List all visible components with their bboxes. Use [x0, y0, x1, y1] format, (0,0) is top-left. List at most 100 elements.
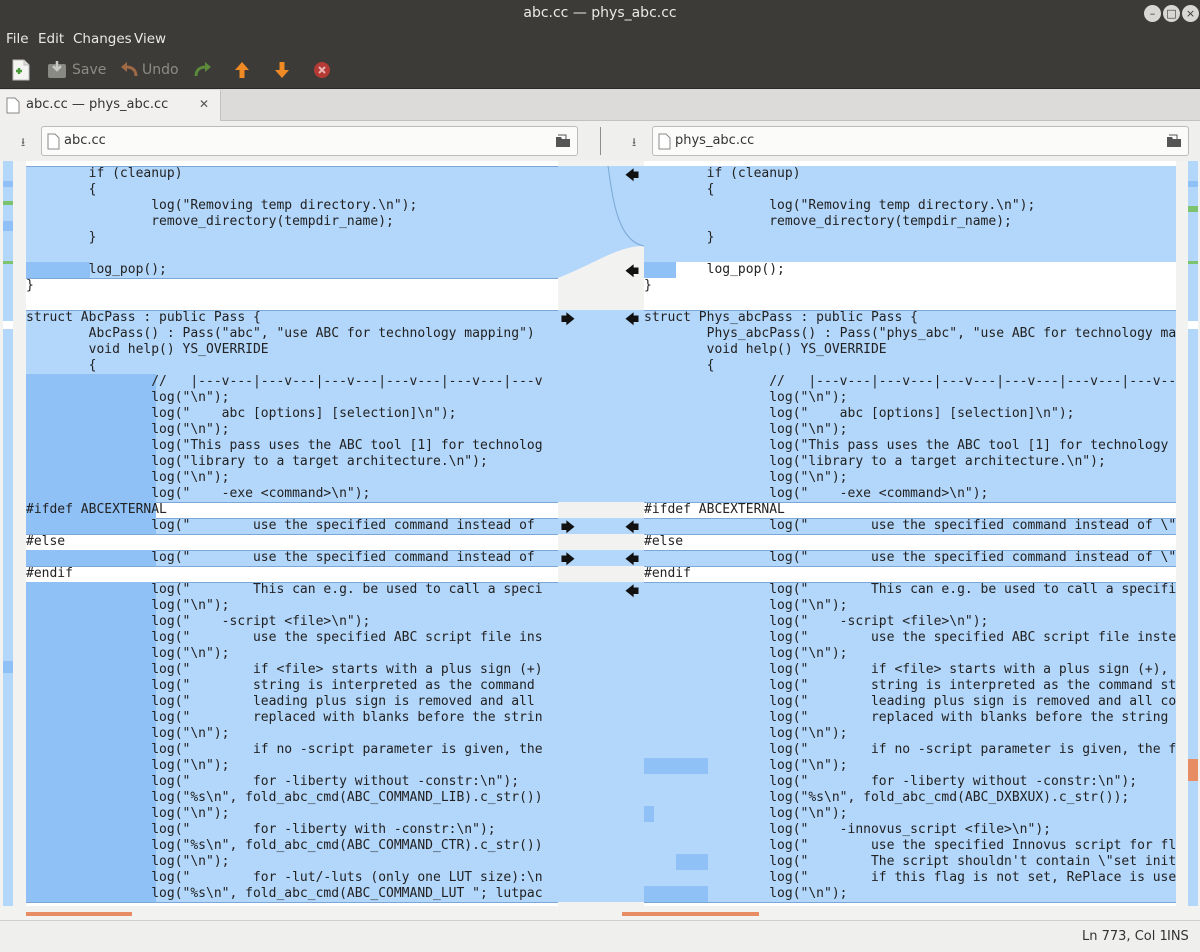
code-line: log("\n");: [644, 390, 848, 405]
code-line: log("%s\n", fold_abc_cmd(ABC_COMMAND_LIB…: [26, 790, 543, 805]
save-label: Save: [72, 62, 107, 78]
menu-edit[interactable]: Edit: [38, 31, 64, 47]
code-line: log("\n");: [644, 470, 848, 485]
next-change-button[interactable]: [271, 57, 293, 83]
push-right-icon[interactable]: 🡆: [560, 517, 576, 541]
close-tab-icon[interactable]: ✕: [199, 97, 209, 111]
code-line: #endif: [26, 566, 73, 581]
change-border: [26, 278, 558, 279]
code-line: log(" -script <file>\n");: [644, 614, 989, 629]
code-line: log(" if no -script parameter is given, …: [26, 742, 543, 757]
code-line: log(" replaced with blanks before the st…: [26, 710, 543, 725]
insert-mode[interactable]: INS: [1167, 929, 1189, 944]
code-line: log(" The script shouldn't contain \"set…: [644, 854, 1176, 869]
file-icon: [47, 133, 60, 150]
right-change-map[interactable]: [1188, 161, 1198, 906]
code-line: log(" use the specified command instead …: [26, 550, 535, 565]
close-window-button[interactable]: ×: [1182, 5, 1199, 22]
code-line: // |---v---|---v---|---v---|---v---|---v…: [26, 374, 543, 389]
push-left-icon[interactable]: 🡄: [624, 309, 640, 333]
code-line: }: [644, 278, 652, 293]
code-line: // |---v---|---v---|---v---|---v---|---v…: [644, 374, 1176, 389]
code-line: log(" if no -script parameter is given, …: [644, 742, 1176, 757]
new-comparison-button[interactable]: [10, 57, 32, 83]
code-line: log("\n");: [26, 646, 230, 661]
stop-button[interactable]: [311, 57, 333, 83]
code-line: log("\n");: [644, 598, 848, 613]
code-line: log("Removing temp directory.\n");: [644, 198, 1036, 213]
push-right-icon[interactable]: 🡆: [560, 309, 576, 333]
change-connector: [558, 310, 644, 502]
document-icon: [6, 97, 20, 114]
window-title: abc.cc — phys_abc.cc: [523, 5, 677, 21]
status-bar: Ln 773, Col 1 INS: [0, 920, 1200, 952]
code-line: log("%s\n", fold_abc_cmd(ABC_COMMAND_LUT…: [26, 886, 543, 901]
push-left-icon[interactable]: 🡄: [624, 261, 640, 285]
code-line: log(" use the specified command instead …: [644, 518, 1176, 533]
minimize-button[interactable]: –: [1144, 5, 1161, 22]
code-line: log(" -exe <command>\n");: [644, 486, 989, 501]
code-line: AbcPass() : Pass("abc", "use ABC for tec…: [26, 326, 535, 341]
code-line: log(" This can e.g. be used to call a sp…: [26, 582, 543, 597]
code-line: }: [26, 230, 97, 245]
left-editor[interactable]: if (cleanup) { log("Removing temp direct…: [26, 161, 558, 906]
left-horizontal-scrollbar[interactable]: [26, 912, 132, 916]
change-border: [26, 534, 558, 535]
code-line: log(" if <file> starts with a plus sign …: [26, 662, 543, 677]
change-border: [644, 534, 1176, 535]
menu-view[interactable]: View: [134, 31, 166, 47]
code-line: log("\n");: [26, 422, 230, 437]
right-file-chooser[interactable]: phys_abc.cc: [652, 126, 1189, 156]
push-left-icon[interactable]: 🡄: [624, 517, 640, 541]
code-line: log(" -exe <command>\n");: [26, 486, 371, 501]
code-line: log(" if <file> starts with a plus sign …: [644, 662, 1176, 677]
change-border: [644, 566, 1176, 567]
code-line: log("\n");: [644, 646, 848, 661]
push-left-icon[interactable]: 🡄: [624, 549, 640, 573]
stop-icon: [314, 62, 330, 78]
tab-bar: abc.cc — phys_abc.cc ✕: [0, 89, 1200, 121]
left-change-map[interactable]: [3, 161, 13, 906]
code-line: log("\n");: [26, 598, 230, 613]
diff-view: if (cleanup) { log("Removing temp direct…: [0, 161, 1200, 920]
menu-changes[interactable]: Changes: [73, 31, 132, 47]
previous-change-button[interactable]: [231, 57, 253, 83]
code-line: log("This pass uses the ABC tool [1] for…: [26, 438, 543, 453]
code-line: struct AbcPass : public Pass {: [26, 310, 261, 325]
open-file-icon[interactable]: [555, 133, 571, 149]
open-file-icon[interactable]: [1166, 133, 1182, 149]
save-button[interactable]: Save: [46, 57, 106, 83]
maximize-button[interactable]: □: [1163, 5, 1180, 22]
push-left-icon[interactable]: 🡄: [624, 165, 640, 189]
right-editor[interactable]: if (cleanup) { log("Removing temp direct…: [644, 161, 1176, 906]
code-line: Phys_abcPass() : Pass("phys_abc", "use A…: [644, 326, 1176, 341]
code-line: void help() YS_OVERRIDE: [26, 342, 269, 357]
code-line: log(" for -liberty without -constr:\n");: [644, 774, 1138, 789]
code-line: log("\n");: [26, 854, 230, 869]
code-line: log("\n");: [26, 470, 230, 485]
code-line: log(" use the specified ABC script file …: [644, 630, 1176, 645]
push-left-icon[interactable]: 🡄: [624, 581, 640, 605]
left-save-as-icon[interactable]: ⭳: [21, 133, 25, 154]
tab-comparison[interactable]: abc.cc — phys_abc.cc ✕: [0, 90, 221, 121]
menu-bar: File Edit Changes View: [0, 27, 1200, 51]
code-line: log("library to a target architecture.\n…: [26, 454, 488, 469]
code-line: log(" for -lut/-luts (only one LUT size)…: [26, 870, 543, 885]
left-file-name: abc.cc: [64, 133, 106, 148]
tab-label: abc.cc — phys_abc.cc: [26, 97, 169, 112]
menu-file[interactable]: File: [6, 31, 29, 47]
code-line: #else: [644, 534, 684, 549]
redo-button[interactable]: [192, 57, 214, 83]
code-line: log("\n");: [26, 390, 230, 405]
undo-button[interactable]: Undo: [118, 57, 179, 83]
right-save-as-icon[interactable]: ⭳: [632, 133, 636, 154]
right-horizontal-scrollbar[interactable]: [622, 912, 759, 916]
code-line: log("\n");: [26, 758, 230, 773]
left-file-chooser[interactable]: abc.cc: [41, 126, 578, 156]
code-line: remove_directory(tempdir_name);: [644, 214, 1012, 229]
code-line: log(" use the specified command instead …: [26, 518, 535, 533]
code-line: }: [644, 230, 715, 245]
arrow-down-icon: [275, 62, 289, 78]
push-right-icon[interactable]: 🡆: [560, 549, 576, 573]
cursor-position: Ln 773, Col 1: [1082, 929, 1168, 944]
